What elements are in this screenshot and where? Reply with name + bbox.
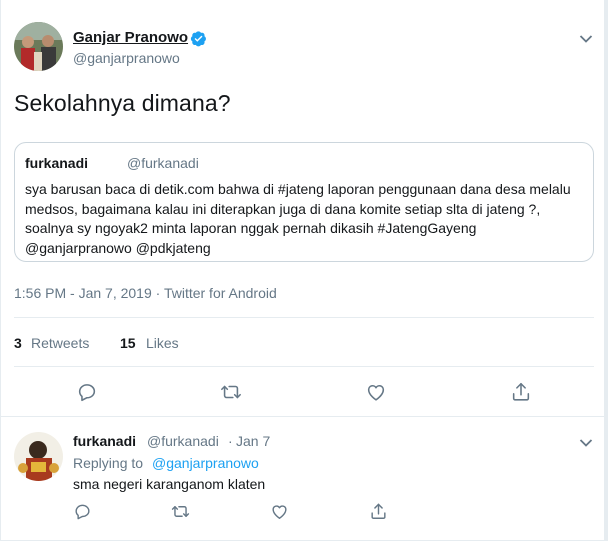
- reply-date[interactable]: Jan 7: [236, 433, 270, 449]
- quoted-tweet-text: sya barusan baca di detik.com bahwa di #…: [25, 181, 571, 256]
- retweet-icon[interactable]: [220, 381, 242, 403]
- replying-to-label: Replying to: [73, 455, 144, 471]
- replying-to-mention[interactable]: @ganjarpranowo: [152, 455, 259, 471]
- divider: [14, 317, 594, 318]
- retweet-icon[interactable]: [171, 502, 193, 524]
- reply-text: sma negeri karanganom klaten: [73, 476, 266, 492]
- like-icon[interactable]: [365, 381, 387, 403]
- author-avatar[interactable]: [14, 22, 63, 71]
- reply-author-handle[interactable]: @furkanadi: [147, 433, 219, 449]
- reply-icon[interactable]: [76, 381, 98, 403]
- quoted-author-handle: @furkanadi: [127, 155, 199, 171]
- chevron-down-icon[interactable]: [579, 435, 593, 447]
- reply-separator: ·: [228, 433, 233, 449]
- quoted-author-name: furkanadi: [25, 155, 89, 171]
- likes-count[interactable]: 15: [120, 335, 136, 351]
- author-handle[interactable]: @ganjarpranowo: [73, 50, 180, 66]
- quoted-tweet[interactable]: furkanadi @furkanadi sya barusan baca di…: [14, 142, 594, 262]
- retweets-count[interactable]: 3: [14, 335, 22, 351]
- divider: [0, 416, 604, 417]
- share-icon[interactable]: [510, 381, 532, 403]
- divider: [14, 366, 594, 367]
- verified-badge-icon: [190, 30, 207, 47]
- like-icon[interactable]: [270, 502, 292, 524]
- chevron-down-icon[interactable]: [579, 31, 593, 43]
- retweets-label[interactable]: Retweets: [31, 335, 89, 351]
- reply-icon[interactable]: [73, 502, 95, 524]
- reply-author-avatar[interactable]: [14, 432, 63, 481]
- scroll-edge: [604, 0, 608, 541]
- author-name[interactable]: Ganjar Pranowo: [73, 29, 188, 46]
- tweet-text: Sekolahnya dimana?: [14, 90, 231, 116]
- tweet-timestamp[interactable]: 1:56 PM - Jan 7, 2019 · Twitter for Andr…: [14, 285, 277, 301]
- reply-author-name[interactable]: furkanadi: [73, 433, 136, 449]
- share-icon[interactable]: [369, 502, 391, 524]
- likes-label[interactable]: Likes: [146, 335, 179, 351]
